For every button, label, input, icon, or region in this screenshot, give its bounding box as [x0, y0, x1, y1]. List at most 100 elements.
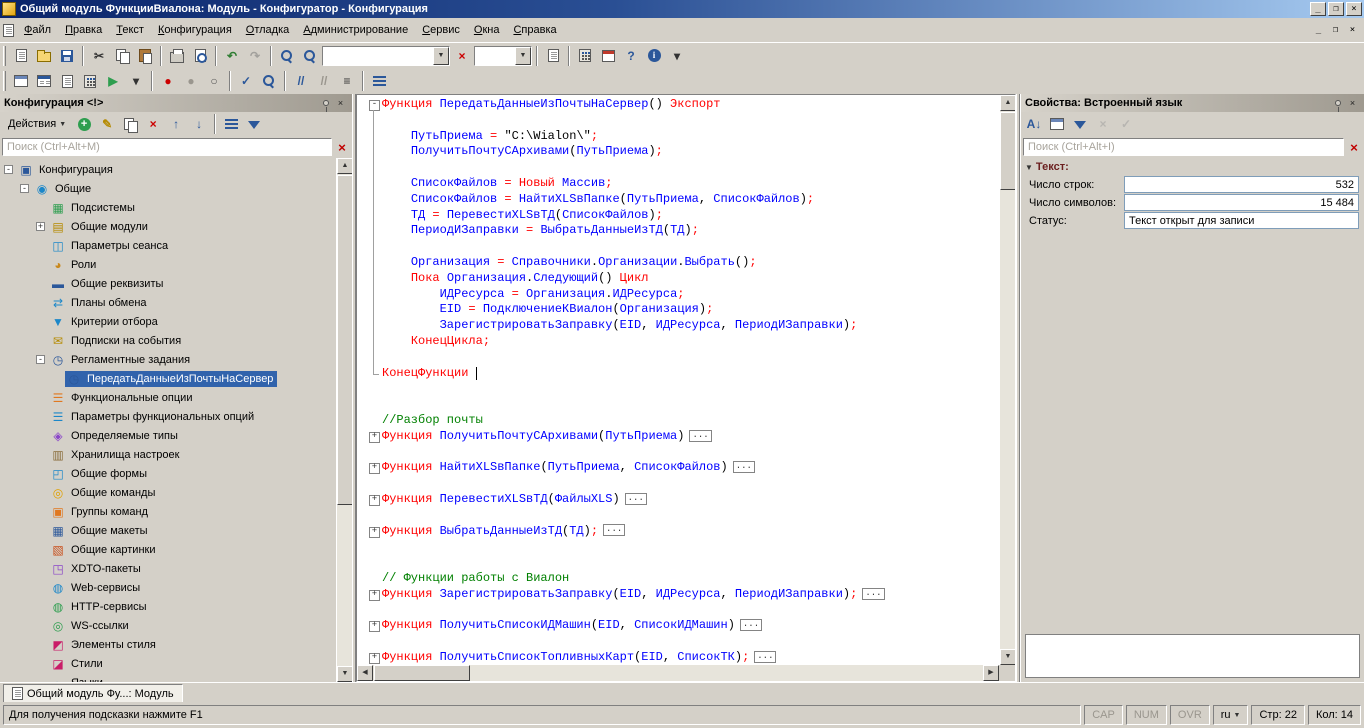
code-line[interactable] [357, 160, 999, 176]
code-line[interactable] [357, 603, 999, 619]
tree-item-command-groups[interactable]: ▣Группы команд [0, 502, 336, 521]
template-editor-button[interactable] [79, 70, 101, 92]
code-line[interactable]: ПериодИЗаправки = ВыбратьДанныеИзТД(ТД); [357, 223, 999, 239]
tree-expander-plus-icon[interactable]: + [36, 222, 45, 231]
menu-file[interactable]: Файл [17, 20, 58, 40]
tree-item-roles[interactable]: ◕Роли [0, 255, 336, 274]
start-debugging-button[interactable]: ▶ [102, 70, 124, 92]
property-value-char-count[interactable]: 15 484 [1124, 194, 1359, 211]
tree-expander-minus-icon[interactable]: - [4, 165, 13, 174]
tree-search-clear-icon[interactable]: × [334, 138, 350, 156]
menu-edit[interactable]: Правка [58, 20, 109, 40]
actions-menu-button[interactable]: Действия ▼ [2, 114, 72, 134]
mdi-minimize-button[interactable]: _ [1310, 23, 1327, 38]
code-line[interactable] [357, 508, 999, 524]
mdi-restore-button[interactable]: ❐ [1327, 23, 1344, 38]
restore-button[interactable]: ❐ [1328, 2, 1344, 16]
code-line[interactable]: Функция ПолучитьСписокИДМашин(EID, Списо… [357, 618, 999, 634]
sort-button[interactable] [220, 113, 242, 135]
print-preview-button[interactable] [189, 45, 211, 67]
tree-item-common-templates[interactable]: ▦Общие макеты [0, 521, 336, 540]
code-line[interactable]: Функция ЗарегистрироватьЗаправку(EID, ИД… [357, 587, 999, 603]
search-text-combo-input[interactable] [323, 47, 433, 65]
code-line[interactable]: КонецФункции [357, 366, 999, 382]
code-line[interactable]: Функция ПолучитьСписокТопливныхКарт(EID,… [357, 650, 999, 665]
mdi-close-button[interactable]: × [1344, 23, 1361, 38]
panel-close-icon[interactable]: × [333, 96, 348, 110]
filter-button[interactable] [243, 113, 265, 135]
tree-item-subsystems[interactable]: ▦Подсистемы [0, 198, 336, 217]
sort-alphabetical-button[interactable]: А↓ [1023, 113, 1045, 135]
scroll-thumb[interactable] [337, 175, 352, 505]
menu-debug[interactable]: Отладка [239, 20, 297, 40]
disable-breakpoints-button[interactable]: ● [180, 70, 202, 92]
tree-item-common-commands[interactable]: ◎Общие команды [0, 483, 336, 502]
move-up-button[interactable]: ↑ [165, 113, 187, 135]
scroll-thumb[interactable] [1000, 112, 1015, 190]
scroll-down-icon[interactable]: ▼ [1000, 649, 1015, 665]
calendar-button[interactable] [597, 45, 619, 67]
code-line[interactable]: Функция ПередатьДанныеИзПочтыНаСервер() … [357, 97, 999, 113]
find-in-files-button[interactable] [542, 45, 564, 67]
code-line[interactable]: ТД = ПеревестиXLSвТД(СписокФайлов); [357, 208, 999, 224]
tree-item-ws-references[interactable]: ◎WS-ссылки [0, 616, 336, 635]
code-line[interactable]: ЗарегистрироватьЗаправку(EID, ИДРесурса,… [357, 318, 999, 334]
property-value-status[interactable]: Текст открыт для записи [1124, 212, 1359, 229]
code-line[interactable] [357, 634, 999, 650]
properties-search-input[interactable] [1023, 138, 1344, 156]
tree-expander-minus-icon[interactable]: - [36, 355, 45, 364]
delete-button[interactable]: × [142, 113, 164, 135]
commit-value-button[interactable]: ✓ [1115, 113, 1137, 135]
breakpoint-button[interactable]: ● [157, 70, 179, 92]
cut-button[interactable]: ✂ [88, 45, 110, 67]
tree-item-defined-types[interactable]: ◈Определяемые типы [0, 426, 336, 445]
scroll-right-icon[interactable]: ▶ [983, 665, 999, 681]
scroll-left-icon[interactable]: ◀ [357, 665, 373, 681]
copy-button[interactable] [111, 45, 133, 67]
scroll-up-icon[interactable]: ▲ [1000, 95, 1015, 111]
menu-administration[interactable]: Администрирование [296, 20, 415, 40]
chevron-down-icon[interactable]: ▼ [433, 47, 449, 65]
tree-item-style-items[interactable]: ◩Элементы стиля [0, 635, 336, 654]
fold-plus-icon[interactable] [369, 524, 382, 540]
tree-item-common[interactable]: -◉Общие [0, 179, 336, 198]
pin-icon[interactable] [318, 96, 333, 110]
tree-item-event-subscriptions[interactable]: ✉Подписки на события [0, 331, 336, 350]
code-line[interactable]: Функция ПеревестиXLSвТД(ФайлыXLS)... [357, 492, 999, 508]
tree-item-xdto-packages[interactable]: ◳XDTO-пакеты [0, 559, 336, 578]
code-line[interactable]: Пока Организация.Следующий() Цикл [357, 271, 999, 287]
menu-help[interactable]: Справка [506, 20, 563, 40]
new-button[interactable] [10, 45, 32, 67]
replace-button[interactable] [299, 45, 321, 67]
config-tree[interactable]: -▣Конфигурация-◉Общие▦Подсистемы+▤Общие … [0, 158, 336, 682]
language-indicator[interactable]: ru▼ [1213, 705, 1249, 725]
menu-windows[interactable]: Окна [467, 20, 507, 40]
syntax-help-button[interactable]: ? [620, 45, 642, 67]
scroll-down-icon[interactable]: ▼ [337, 666, 352, 682]
save-button[interactable] [56, 45, 78, 67]
tree-item-functional-option-parameters[interactable]: ☰Параметры функциональных опций [0, 407, 336, 426]
delete-value-button[interactable]: × [1092, 113, 1114, 135]
code-line[interactable]: Организация = Справочники.Организации.Вы… [357, 255, 999, 271]
tree-item-common-forms[interactable]: ◰Общие формы [0, 464, 336, 483]
procedures-list-button[interactable] [368, 70, 390, 92]
tree-item-scheduled-job[interactable]: ◷ПередатьДанныеИзПочтыНаСервер [0, 369, 336, 388]
code-line[interactable] [357, 476, 999, 492]
calculator-button[interactable] [574, 45, 596, 67]
open-button[interactable] [33, 45, 55, 67]
tree-item-session-parameters[interactable]: ◫Параметры сеанса [0, 236, 336, 255]
code-line[interactable]: СписокФайлов = Новый Массив; [357, 176, 999, 192]
collapsed-code-button[interactable]: ... [733, 461, 755, 473]
form-editor-button[interactable] [33, 70, 55, 92]
tree-item-filter-criteria[interactable]: ▼Критерии отбора [0, 312, 336, 331]
redo-button[interactable]: ↷ [244, 45, 266, 67]
close-button[interactable]: × [1346, 2, 1362, 16]
add-button[interactable] [73, 113, 95, 135]
code-line[interactable] [357, 397, 999, 413]
code-line[interactable]: EID = ПодключениеКВиалон(Организация); [357, 302, 999, 318]
panel-close-icon[interactable]: × [1345, 96, 1360, 110]
code-line[interactable] [357, 350, 999, 366]
code-line[interactable]: ПолучитьПочтуСАрхивами(ПутьПриема); [357, 144, 999, 160]
code-line[interactable] [357, 113, 999, 129]
collapsed-code-button[interactable]: ... [862, 588, 884, 600]
